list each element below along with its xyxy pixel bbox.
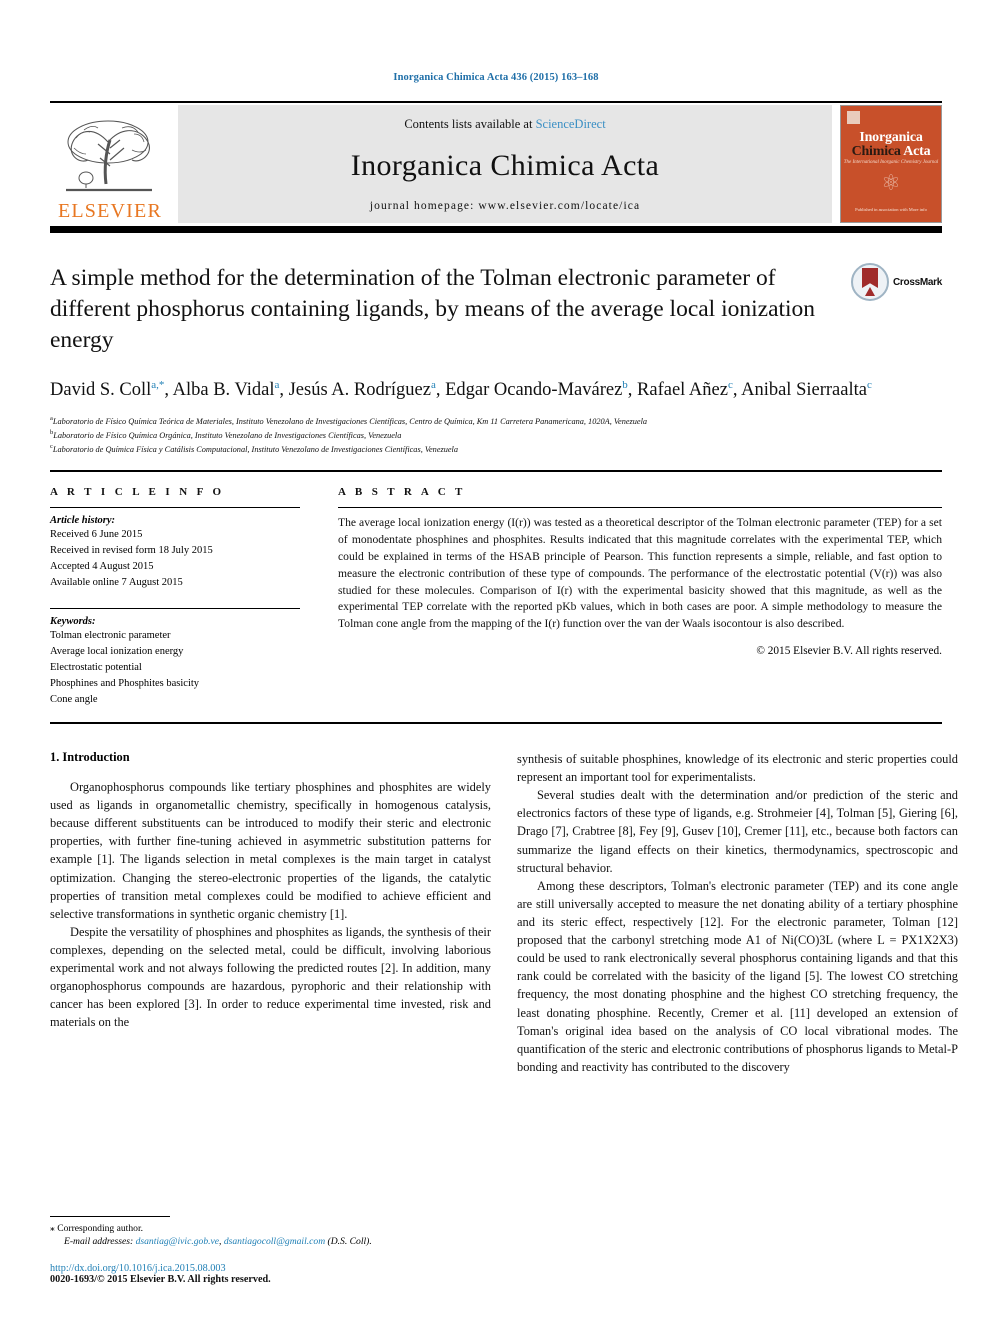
author-affil-marker: b [622,378,628,391]
masthead-bottom-rule [50,226,942,233]
abstract-column: A B S T R A C T The average local ioniza… [338,486,942,708]
info-top-rule [50,470,942,473]
corresponding-text: Corresponding author. [57,1222,144,1234]
cover-elsevier-mark-icon [847,111,860,124]
info-abstract-region: A R T I C L E I N F O Article history: R… [50,486,942,708]
cover-footer-text: Published in association with More info [855,207,927,213]
email-addresses-line: E-mail addresses: dsantiag@ivic.gob.ve, … [50,1236,491,1247]
author-name[interactable]: Alba B. Vidal [173,380,275,400]
article-info-column: A R T I C L E I N F O Article history: R… [50,486,300,708]
history-item: Accepted 4 August 2015 [50,561,154,573]
corresponding-author-note: ⁎ Corresponding author. [50,1222,491,1236]
article-info-label: A R T I C L E I N F O [50,486,225,499]
history-item: Received 6 June 2015 [50,529,143,541]
body-paragraph: Among these descriptors, Tolman's electr… [517,878,958,1074]
author-name[interactable]: Edgar Ocando-Mavárez [445,380,622,400]
cover-subtitle: The International Inorganic Chemistry Jo… [843,160,939,165]
body-paragraph: Several studies dealt with the determina… [517,788,958,875]
contents-line: Contents lists available at ScienceDirec… [404,117,605,132]
affiliation-list: aLaboratorio de Físico Química Teórica d… [50,414,942,457]
journal-cover-thumbnail: Inorganica Chimica Acta The Internationa… [840,105,942,223]
journal-masthead: ELSEVIER Contents lists available at Sci… [50,105,942,223]
abstract-label: A B S T R A C T [338,486,466,499]
masthead-top-rule [50,101,942,103]
crossmark-icon [851,263,889,301]
keyword-item: Electrostatic potential [50,662,142,674]
journal-title: Inorganica Chimica Acta [350,149,660,182]
body-column-left: 1. Introduction Organophosphorus compoun… [50,750,491,1076]
email-author-attribution: (D.S. Coll). [325,1236,372,1247]
author-affil-marker: c [866,378,872,391]
body-column-right: synthesis of suitable phosphines, knowle… [517,750,958,1076]
page-title: A simple method for the determination of… [50,265,816,354]
history-item: Received in revised form 18 July 2015 [50,545,213,557]
issn-copyright: 0020-1693/© 2015 Elsevier B.V. All right… [50,1274,271,1285]
keyword-item: Cone angle [50,694,98,706]
email-link-secondary[interactable]: dsantiagocoll@gmail.com [224,1236,325,1247]
journal-homepage[interactable]: journal homepage: www.elsevier.com/locat… [370,200,640,212]
author-name[interactable]: Rafael Añez [637,380,728,400]
article-page: Inorganica Chimica Acta 436 (2015) 163–1… [0,0,992,1323]
cover-title-line2: Chimica Acta [841,144,941,160]
title-block: A simple method for the determination of… [50,263,942,359]
affiliation-text: Laboratorio de Química Física y Catálisi… [52,444,459,454]
cover-background: Inorganica Chimica Acta The Internationa… [841,106,941,222]
author-affil-marker: a,* [151,378,165,391]
cover-title-chimica: Chimica [851,144,901,159]
keywords-block: Keywords: Tolman electronic parameter Av… [50,608,300,708]
body-paragraph: Organophosphorus compounds like tertiary… [50,780,491,921]
keyword-item: Average local ionization energy [50,646,184,658]
keywords-heading: Keywords: [50,616,96,628]
cover-title-acta: Acta [903,144,931,159]
body-columns: 1. Introduction Organophosphorus compoun… [50,750,958,1076]
section-heading-introduction: 1. Introduction [50,750,130,764]
affiliation-item: bLaboratorio de Físico Química Orgánica,… [50,428,942,442]
author-list: David S. Colla,*, Alba B. Vidala, Jesús … [50,378,872,400]
elsevier-wordmark: ELSEVIER [57,200,163,222]
corresponding-marker: ⁎ [50,1222,55,1234]
doi-link[interactable]: http://dx.doi.org/10.1016/j.ica.2015.08.… [50,1263,491,1274]
sciencedirect-link[interactable]: ScienceDirect [536,117,606,131]
author-affil-marker: c [727,378,733,391]
doi-block: http://dx.doi.org/10.1016/j.ica.2015.08.… [50,1263,491,1285]
author-name[interactable]: Anibal Sierraalta [741,380,867,400]
author-name[interactable]: Jesús A. Rodríguez [289,380,431,400]
abstract-divider [338,507,942,509]
page-footer: ⁎ Corresponding author. E-mail addresses… [50,1215,491,1285]
affiliation-text: Laboratorio de Físico Química Orgánica, … [53,430,402,440]
article-history-list: Received 6 June 2015 Received in revised… [50,527,300,591]
email-link-primary[interactable]: dsantiag@ivic.gob.ve [136,1236,219,1247]
abstract-text: The average local ionization energy (I(r… [338,516,942,631]
cover-artwork-icon: ⚛ [881,170,901,195]
running-head: Inorganica Chimica Acta 436 (2015) 163–1… [393,72,599,83]
keyword-item: Tolman electronic parameter [50,630,171,642]
footnote-rule [50,1215,170,1217]
body-paragraph: Despite the versatility of phosphines an… [50,924,491,1030]
history-item: Available online 7 August 2015 [50,577,183,589]
affiliation-text: Laboratorio de Físico Química Teórica de… [52,416,648,426]
affiliation-item: aLaboratorio de Físico Química Teórica d… [50,414,942,428]
article-info-divider [50,507,300,509]
keywords-divider [50,608,300,610]
email-label: E-mail addresses: [64,1236,134,1247]
crossmark-badge-group[interactable]: CrossMark [851,263,942,301]
abstract-copyright: © 2015 Elsevier B.V. All rights reserved… [756,645,942,657]
crossmark-label: CrossMark [893,276,942,288]
elsevier-tree-icon [66,120,152,192]
keyword-item: Phosphines and Phosphites basicity [50,678,200,690]
masthead-center: Contents lists available at ScienceDirec… [178,105,832,223]
keywords-list: Tolman electronic parameter Average loca… [50,628,300,708]
contents-prefix: Contents lists available at [404,117,536,131]
affiliation-item: cLaboratorio de Química Física y Catális… [50,442,942,456]
author-affil-marker: a [274,378,280,391]
author-affil-marker: a [430,378,436,391]
elsevier-logo: ELSEVIER [50,105,170,223]
body-paragraph: synthesis of suitable phosphines, knowle… [517,752,958,785]
article-history-heading: Article history: [50,515,116,527]
abstract-bottom-rule [50,722,942,724]
author-name[interactable]: David S. Coll [50,380,151,400]
